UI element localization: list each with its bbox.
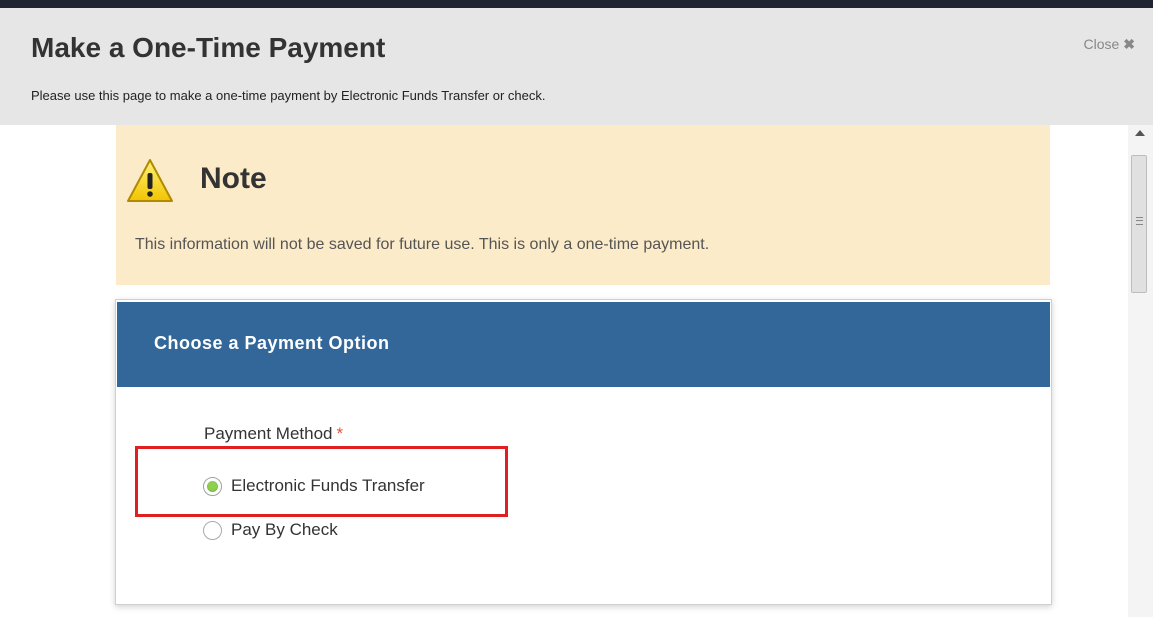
- scrollbar-grip-icon: [1136, 217, 1143, 225]
- note-title: Note: [200, 162, 267, 195]
- card-title: Choose a Payment Option: [154, 333, 390, 353]
- payment-method-label: Payment Method *: [204, 424, 343, 444]
- note-text: This information will not be saved for f…: [135, 236, 710, 253]
- dialog-header: Make a One-Time Payment Please use this …: [0, 8, 1153, 125]
- close-button[interactable]: Close ✖: [1083, 36, 1135, 53]
- payment-method-label-text: Payment Method: [204, 424, 333, 443]
- close-x-icon: ✖: [1123, 36, 1135, 52]
- window-top-strip: [0, 0, 1153, 8]
- radio-eft[interactable]: [203, 476, 222, 496]
- page-subtitle: Please use this page to make a one-time …: [31, 88, 546, 103]
- page-title: Make a One-Time Payment: [31, 32, 386, 63]
- option-electronic-funds-transfer[interactable]: Electronic Funds Transfer: [203, 475, 425, 497]
- scroll-up-arrow-icon[interactable]: [1135, 130, 1145, 136]
- close-label: Close: [1083, 36, 1120, 52]
- option-label-check: Pay By Check: [231, 520, 338, 539]
- note-panel: [116, 125, 1050, 285]
- option-label-eft: Electronic Funds Transfer: [231, 476, 425, 495]
- warning-icon: [127, 159, 173, 202]
- option-pay-by-check[interactable]: Pay By Check: [203, 519, 338, 541]
- required-marker: *: [336, 424, 344, 443]
- radio-check[interactable]: [203, 520, 222, 540]
